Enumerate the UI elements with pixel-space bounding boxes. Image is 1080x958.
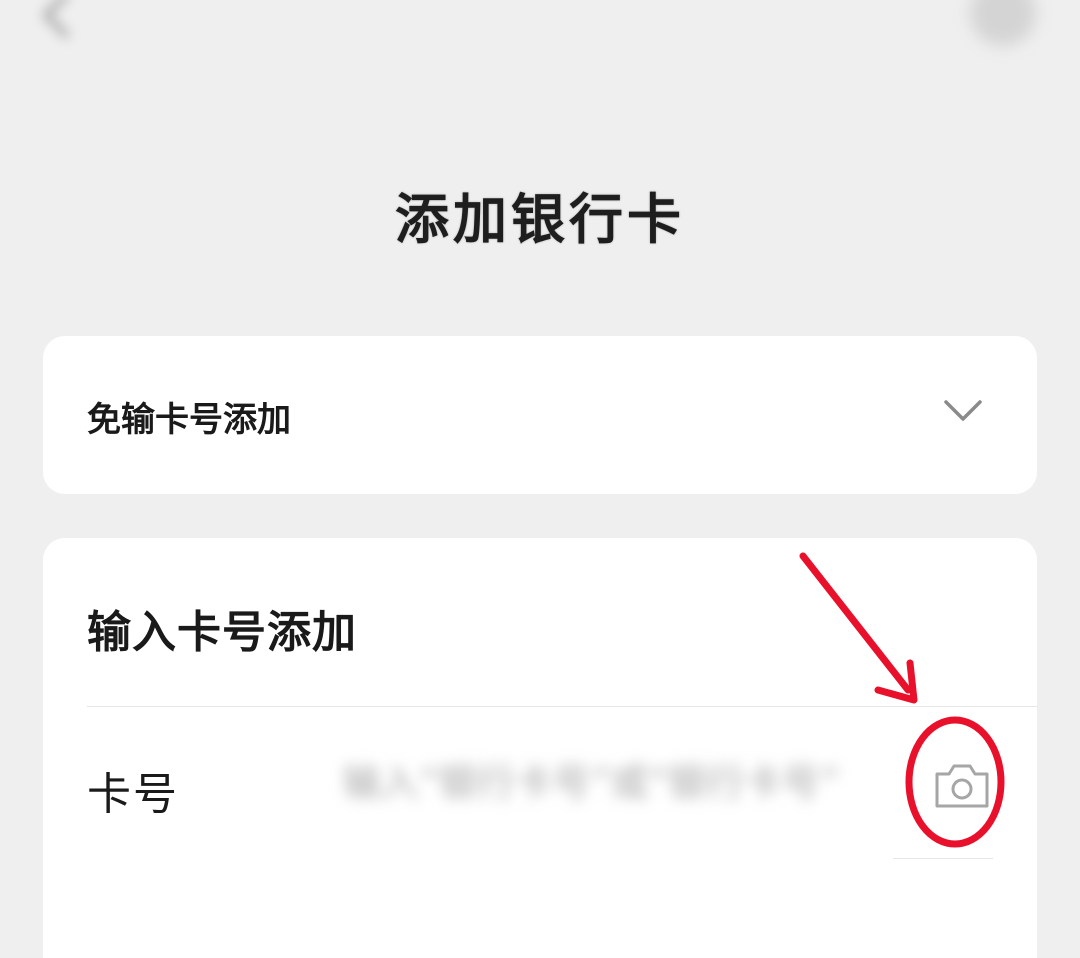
camera-icon[interactable] <box>933 760 991 810</box>
manual-add-heading: 输入卡号添加 <box>87 607 357 658</box>
field-divider <box>893 858 993 859</box>
more-icon[interactable] <box>970 0 1036 46</box>
card-number-input[interactable] <box>343 753 843 813</box>
page-title: 添加银行卡 <box>395 188 685 251</box>
quick-add-row[interactable]: 免输卡号添加 <box>43 336 1037 494</box>
manual-add-card: 输入卡号添加 卡号 <box>43 538 1037 958</box>
card-number-field-wrapper <box>343 753 843 813</box>
card-number-label: 卡号 <box>87 769 179 820</box>
divider <box>87 706 1037 707</box>
back-icon[interactable] <box>36 0 76 40</box>
quick-add-label: 免输卡号添加 <box>87 400 291 440</box>
top-bar <box>0 0 1080 60</box>
chevron-down-icon[interactable] <box>943 398 983 424</box>
